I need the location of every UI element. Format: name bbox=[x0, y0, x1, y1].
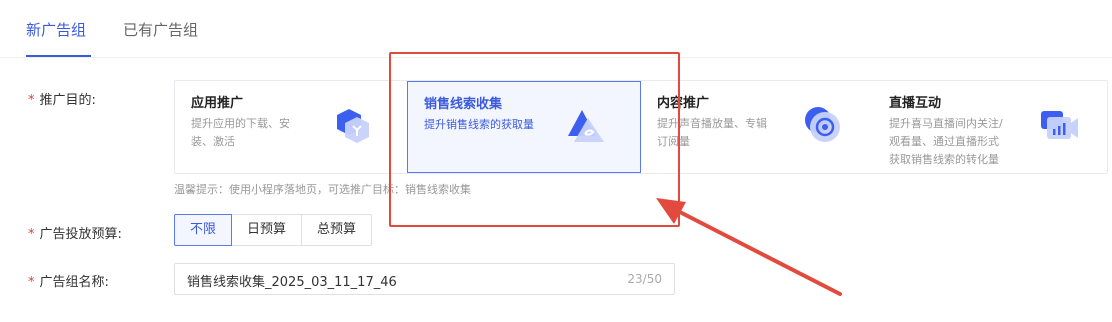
required-mark: * bbox=[28, 93, 35, 108]
ad-group-name-label-text: 广告组名称: bbox=[39, 275, 109, 290]
goal-hint-text: 温馨提示：使用小程序落地页，可选推广目标：销售线索收集 bbox=[174, 183, 471, 196]
character-counter: 23/50 bbox=[627, 272, 662, 286]
goal-card-desc-line: 订阅量 bbox=[657, 135, 690, 148]
goal-card-lead-collection[interactable]: 销售线索收集 提升销售线索的获取量 bbox=[407, 81, 641, 173]
ad-group-name-input[interactable]: 销售线索收集_2025_03_11_17_46 23/50 bbox=[174, 263, 675, 295]
goal-card-desc: 提升应用的下载、安 装、激活 bbox=[191, 115, 290, 151]
ad-group-name-label: * 广告组名称: bbox=[28, 271, 109, 290]
goal-card-content-promotion[interactable]: 内容推广 提升声音播放量、专辑 订阅量 bbox=[641, 81, 873, 173]
goal-card-desc-line: 观看量、通过直播形式 bbox=[889, 135, 999, 148]
goal-card-title: 应用推广 bbox=[191, 96, 244, 111]
ad-group-name-value: 销售线索收集_2025_03_11_17_46 bbox=[187, 275, 397, 290]
goal-label-text: 推广目的: bbox=[39, 93, 96, 108]
goal-card-desc-line: 装、激活 bbox=[191, 135, 235, 148]
budget-label: * 广告投放预算: bbox=[28, 223, 122, 242]
budget-label-text: 广告投放预算: bbox=[39, 227, 122, 242]
tab-bar: 新广告组 已有广告组 bbox=[0, 0, 1112, 58]
budget-daily-button[interactable]: 日预算 bbox=[231, 214, 303, 246]
budget-total-button[interactable]: 总预算 bbox=[301, 214, 373, 246]
goal-selector: 应用推广 提升应用的下载、安 装、激活 销售线索收集 提升销售线索的获取量 内容… bbox=[174, 80, 1108, 174]
goal-card-desc: 提升销售线索的获取量 bbox=[424, 116, 534, 134]
goal-card-desc-line: 提升应用的下载、安 bbox=[191, 117, 290, 130]
required-mark: * bbox=[28, 275, 35, 290]
goal-card-desc-line: 提升喜马直播间内关注/ bbox=[889, 117, 1003, 130]
tab-new-ad-group[interactable]: 新广告组 bbox=[26, 19, 86, 40]
app-promotion-icon bbox=[337, 109, 369, 143]
goal-card-app-promotion[interactable]: 应用推广 提升应用的下载、安 装、激活 bbox=[175, 81, 407, 173]
tab-existing-ad-group[interactable]: 已有广告组 bbox=[123, 19, 198, 40]
active-tab-indicator bbox=[26, 55, 91, 57]
goal-card-desc: 提升喜马直播间内关注/ 观看量、通过直播形式 获取销售线索的转化量 bbox=[889, 115, 1003, 169]
content-promotion-icon bbox=[805, 107, 840, 142]
goal-card-desc-line: 提升声音播放量、专辑 bbox=[657, 117, 767, 130]
goal-card-title: 直播互动 bbox=[889, 96, 942, 111]
goal-card-desc: 提升声音播放量、专辑 订阅量 bbox=[657, 115, 767, 151]
goal-card-title: 内容推广 bbox=[657, 96, 710, 111]
goal-card-desc-line: 提升销售线索的获取量 bbox=[424, 118, 534, 131]
live-interaction-icon bbox=[1041, 111, 1078, 139]
lead-collection-icon bbox=[568, 110, 604, 142]
budget-type-selector: 不限 日预算 总预算 bbox=[174, 214, 373, 246]
goal-card-title: 销售线索收集 bbox=[424, 97, 503, 112]
goal-label: * 推广目的: bbox=[28, 89, 96, 108]
goal-card-desc-line: 获取销售线索的转化量 bbox=[889, 153, 999, 166]
budget-unlimited-button[interactable]: 不限 bbox=[174, 214, 233, 246]
goal-card-live-interaction[interactable]: 直播互动 提升喜马直播间内关注/ 观看量、通过直播形式 获取销售线索的转化量 bbox=[873, 81, 1107, 173]
required-mark: * bbox=[28, 227, 35, 242]
